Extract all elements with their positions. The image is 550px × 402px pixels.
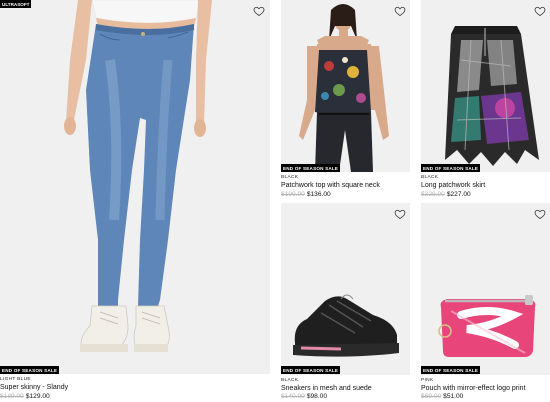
product-color: PINK	[421, 378, 434, 383]
product-image[interactable]: END OF SEASON SALE	[421, 203, 550, 375]
product-card[interactable]: END OF SEASON SALE BLACK Patchwork top w…	[281, 0, 410, 200]
sneaker-illustration	[293, 294, 399, 357]
product-card[interactable]: END OF SEASON SALE BLACK Sneakers in mes…	[281, 203, 410, 402]
product-card[interactable]: END OF SEASON SALE BLACK Long patchwork …	[421, 0, 550, 200]
product-color: LIGHT BLUE	[0, 377, 31, 382]
price-row: $189.00 $129.00	[0, 393, 50, 400]
product-image[interactable]: END OF SEASON SALE	[281, 0, 410, 172]
product-card[interactable]: ULTRASOFT END OF SEASON SALE LIGHT BLUE …	[0, 0, 270, 402]
price-row: $69.00 $51.00	[421, 393, 463, 400]
heart-outline-icon[interactable]	[534, 208, 546, 220]
price-row: $199.00 $136.00	[281, 191, 331, 198]
heart-outline-icon[interactable]	[394, 5, 406, 17]
sale-badge: END OF SEASON SALE	[281, 366, 341, 374]
sale-price: $227.00	[446, 191, 471, 198]
product-image[interactable]: ULTRASOFT END OF SEASON SALE	[0, 0, 270, 374]
original-price: $199.00	[281, 191, 305, 198]
original-price: $69.00	[421, 393, 442, 400]
product-color: BLACK	[281, 378, 299, 383]
heart-outline-icon[interactable]	[394, 208, 406, 220]
sale-badge: END OF SEASON SALE	[421, 366, 481, 374]
original-price: $140.00	[281, 393, 305, 400]
product-name[interactable]: Super skinny - Slandy	[0, 384, 68, 391]
sale-price: $98.00	[306, 393, 328, 400]
sale-badge: END OF SEASON SALE	[281, 164, 341, 172]
feature-badge: ULTRASOFT	[0, 0, 32, 8]
sale-badge: END OF SEASON SALE	[421, 164, 481, 172]
patchwork-skirt-illustration	[445, 26, 539, 166]
product-name[interactable]: Patchwork top with square neck	[281, 182, 380, 189]
product-name[interactable]: Long patchwork skirt	[421, 182, 485, 189]
product-color: BLACK	[421, 175, 439, 180]
product-color: BLACK	[281, 175, 299, 180]
original-price: $329.00	[421, 191, 445, 198]
sale-price: $136.00	[306, 191, 331, 198]
heart-outline-icon[interactable]	[534, 5, 546, 17]
product-card[interactable]: END OF SEASON SALE PINK Pouch with mirro…	[421, 203, 550, 402]
sale-price: $51.00	[443, 393, 464, 400]
sale-price: $129.00	[25, 393, 50, 400]
price-row: $329.00 $227.00	[421, 191, 471, 198]
price-row: $140.00 $98.00	[281, 393, 327, 400]
heart-outline-icon[interactable]	[253, 5, 265, 17]
product-name[interactable]: Sneakers in mesh and suede	[281, 385, 372, 392]
product-name[interactable]: Pouch with mirror-effect logo print	[421, 385, 526, 392]
pouch-illustration	[438, 295, 536, 357]
sale-badge: END OF SEASON SALE	[0, 366, 60, 374]
jeans-model-illustration	[64, 0, 212, 352]
original-price: $189.00	[0, 393, 24, 400]
patchwork-top-illustration	[299, 4, 389, 172]
product-image[interactable]: END OF SEASON SALE	[281, 203, 410, 375]
product-image[interactable]: END OF SEASON SALE	[421, 0, 550, 172]
